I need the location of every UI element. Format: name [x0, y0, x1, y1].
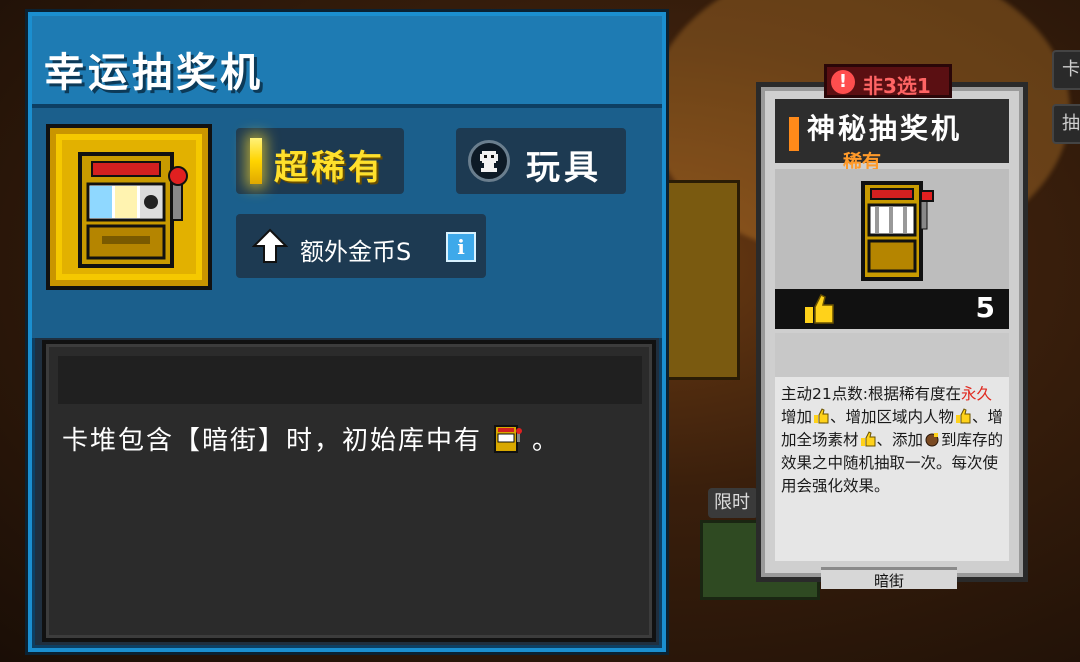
card-art	[775, 169, 1009, 289]
thumbs-up-icon	[814, 408, 829, 424]
skull-icon	[480, 151, 498, 172]
side-tab-card[interactable]: 卡	[1052, 50, 1080, 90]
bonus-label: 额外金币S	[300, 238, 412, 266]
thumbs-up-icon	[860, 431, 876, 447]
description-box: 卡堆包含【暗街】时，初始库中有 。	[42, 340, 656, 642]
badge-label: 非3选1	[863, 74, 931, 98]
material-icon	[925, 433, 939, 447]
card-set-label: 暗街	[821, 567, 957, 590]
card-title-bar: 神秘抽奖机	[775, 99, 1009, 163]
type-tag: 玩具	[456, 128, 626, 194]
thumbs-up-icon	[956, 408, 971, 424]
slot-machine-icon	[861, 181, 934, 281]
type-label: 玩具	[526, 148, 602, 188]
panel-header: 幸运抽奖机	[32, 16, 662, 108]
slot-machine-icon	[494, 424, 523, 453]
non-pick-badge: ! 非3选1	[824, 64, 952, 98]
card-title: 神秘抽奖机	[807, 112, 963, 145]
rarity-tag: 超稀有	[236, 128, 404, 194]
item-detail-panel: 幸运抽奖机 超稀有 玩具 额外金币S i 卡堆包含【暗街】时，初始库中有 。	[28, 12, 666, 652]
card-body: 神秘抽奖机 稀有 5 主动21点数:根据稀有度在永久增加 、增加区域内人物 、增…	[756, 82, 1028, 590]
item-title: 幸运抽奖机	[44, 50, 264, 96]
side-tab-draw[interactable]: 抽	[1052, 104, 1080, 144]
bonus-tag: 额外金币S i	[236, 214, 486, 278]
rarity-label: 超稀有	[274, 148, 385, 188]
card-description: 主动21点数:根据稀有度在永久增加 、增加区域内人物 、增加全场素材 、添加 到库存的效…	[781, 385, 1004, 495]
background-slot-machine	[660, 180, 740, 380]
thumbs-up-icon	[805, 293, 834, 324]
limited-time-tag[interactable]: 限时	[708, 488, 758, 518]
slot-machine-icon	[78, 152, 188, 268]
card-cost-bar: 5	[775, 289, 1009, 329]
arrow-up-icon	[252, 228, 288, 263]
alert-icon: !	[831, 70, 855, 94]
item-icon-frame	[46, 124, 212, 290]
card-cost: 5	[975, 291, 995, 324]
item-description: 卡堆包含【暗街】时，初始库中有 。	[62, 420, 560, 457]
description-header	[58, 356, 642, 404]
info-icon[interactable]: i	[446, 232, 476, 262]
mystery-card[interactable]: 神秘抽奖机 稀有 5 主动21点数:根据稀有度在永久增加 、增加区域内人物 、增…	[756, 64, 1028, 590]
card-description-box: 主动21点数:根据稀有度在永久增加 、增加区域内人物 、增加全场素材 、添加 到库存的效…	[775, 333, 1009, 561]
rarity-indicator	[250, 138, 262, 184]
card-rarity-accent	[789, 117, 799, 151]
